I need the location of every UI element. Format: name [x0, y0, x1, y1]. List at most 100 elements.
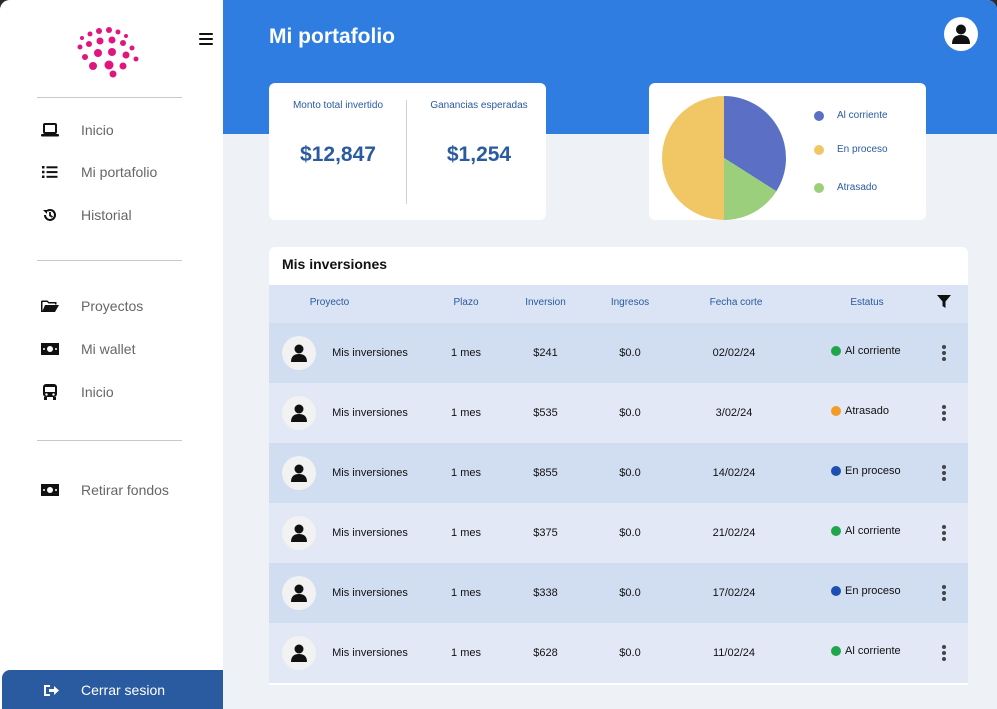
status-dot: [831, 586, 841, 596]
sidebar-item-mi-portafolio[interactable]: Mi portafolio: [40, 160, 210, 184]
sidebar-item-inicio[interactable]: Inicio: [40, 118, 210, 142]
table-title: Mis inversiones: [282, 256, 388, 272]
status-dot: [831, 526, 841, 536]
table-row[interactable]: Mis inversiones 1 mes $628 $0.0 11/02/24 Al c…: [269, 623, 968, 683]
cell-date: 17/02/24: [712, 587, 756, 599]
user-icon: [291, 584, 307, 602]
legend-dot: [814, 110, 824, 121]
bus-icon: [40, 382, 60, 402]
cell-investment: $338: [533, 587, 558, 599]
status-label: En proceso: [845, 585, 901, 597]
cell-investment: $375: [533, 527, 558, 539]
status-label: En proceso: [845, 465, 901, 477]
cell-income: $0.0: [619, 407, 641, 419]
cell-date: 11/02/24: [712, 647, 755, 659]
status-label: Atrasado: [845, 405, 890, 417]
cell-project: Mis inversiones: [332, 347, 408, 359]
filter-icon[interactable]: [937, 295, 951, 309]
pie-chart-card: Al corriente En proceso Atrasado: [649, 83, 926, 220]
sidebar-item-proyectos[interactable]: Proyectos: [40, 294, 210, 318]
column-header-proyecto[interactable]: Proyecto: [287, 297, 372, 308]
investments-table-card: Mis inversiones Proyecto Plazo Inversion…: [269, 247, 968, 685]
row-options-icon[interactable]: [942, 525, 946, 541]
table-row[interactable]: Mis inversiones 1 mes $535 $0.0 3/02/24 Atras…: [269, 383, 968, 443]
status-dot: [831, 346, 841, 356]
sidebar-item-retirar-fondos[interactable]: Retirar fondos: [40, 478, 210, 502]
status-label: Al corriente: [845, 645, 901, 657]
stat-divider: [406, 100, 407, 204]
avatar: [282, 576, 316, 610]
cell-project: Mis inversiones: [332, 587, 408, 599]
logout-button[interactable]: Cerrar sesion: [2, 670, 223, 709]
menu-toggle-icon[interactable]: [199, 33, 213, 45]
history-icon: [40, 205, 60, 225]
app-window: Inicio Mi portafolio Historial Proyectos: [0, 0, 997, 709]
sidebar-item-mi-wallet[interactable]: Mi wallet: [40, 337, 210, 361]
status-dot: [831, 406, 841, 416]
stat-value: $12,847: [300, 143, 376, 166]
column-header-inversion[interactable]: Inversion: [513, 297, 578, 308]
sidebar-item-historial[interactable]: Historial: [40, 203, 210, 227]
user-icon: [291, 404, 307, 422]
row-options-icon[interactable]: [942, 585, 946, 601]
row-options-icon[interactable]: [942, 345, 946, 361]
status-label: Al corriente: [845, 345, 901, 357]
user-icon: [291, 464, 307, 482]
legend-item: Atrasado: [814, 182, 877, 193]
cell-investment: $855: [533, 467, 558, 479]
legend-item: En proceso: [814, 144, 888, 155]
avatar: [282, 396, 316, 430]
column-header-estatus[interactable]: Estatus: [832, 297, 902, 308]
folder-open-icon: [40, 296, 60, 316]
page-title: Mi portafolio: [269, 25, 395, 48]
column-header-plazo[interactable]: Plazo: [441, 297, 491, 308]
column-header-fecha-corte[interactable]: Fecha corte: [691, 297, 781, 308]
table-row[interactable]: Mis inversiones 1 mes $241 $0.0 02/02/24 Al c…: [269, 323, 968, 383]
avatar: [282, 516, 316, 550]
sidebar: Inicio Mi portafolio Historial Proyectos: [0, 0, 223, 709]
cell-project: Mis inversiones: [332, 467, 408, 479]
cell-project: Mis inversiones: [332, 527, 408, 539]
user-icon: [291, 344, 307, 362]
avatar: [282, 456, 316, 490]
list-icon: [40, 162, 60, 182]
money-bill-icon: [40, 339, 60, 359]
legend-label: Atrasado: [837, 182, 878, 193]
cell-income: $0.0: [619, 587, 641, 599]
table-row[interactable]: Mis inversiones 1 mes $338 $0.0 17/02/24 En p…: [269, 563, 968, 623]
sidebar-divider: [37, 260, 182, 261]
sidebar-item-label: Retirar fondos: [81, 482, 169, 498]
logout-label: Cerrar sesion: [81, 681, 166, 698]
table-row[interactable]: Mis inversiones 1 mes $855 $0.0 14/02/24 En p…: [269, 443, 968, 503]
cell-income: $0.0: [619, 647, 641, 659]
cell-project: Mis inversiones: [332, 647, 408, 659]
cell-investment: $628: [533, 647, 558, 659]
sidebar-divider: [37, 97, 182, 98]
cell-project: Mis inversiones: [332, 407, 408, 419]
sidebar-item-label: Inicio: [81, 122, 114, 138]
stat-label: Ganancias esperadas: [430, 100, 528, 111]
status-badge: Atrasado: [831, 405, 889, 417]
table-row[interactable]: Mis inversiones 1 mes $375 $0.0 21/02/24 Al c…: [269, 503, 968, 563]
legend-dot: [814, 182, 824, 193]
cell-investment: $535: [533, 407, 558, 419]
row-options-icon[interactable]: [942, 645, 946, 661]
sidebar-item-inicio-bus[interactable]: Inicio: [40, 380, 210, 404]
cell-term: 1 mes: [451, 527, 481, 539]
logo-icon: [77, 27, 139, 78]
row-options-icon[interactable]: [942, 465, 946, 481]
pie-slice-en-proceso: [662, 96, 724, 220]
user-icon: [291, 644, 307, 662]
legend-item: Al corriente: [814, 110, 888, 121]
status-badge: En proceso: [831, 585, 901, 597]
sign-out-icon: [42, 680, 62, 700]
stat-total-invested: Monto total invertido $12,847: [269, 83, 407, 220]
column-header-ingresos[interactable]: Ingresos: [600, 297, 660, 308]
cell-term: 1 mes: [451, 407, 481, 419]
user-icon: [952, 24, 970, 44]
user-avatar-button[interactable]: [944, 17, 978, 51]
cell-income: $0.0: [619, 347, 641, 359]
cell-date: 3/02/24: [715, 407, 753, 419]
row-options-icon[interactable]: [942, 405, 946, 421]
cell-term: 1 mes: [451, 587, 481, 599]
